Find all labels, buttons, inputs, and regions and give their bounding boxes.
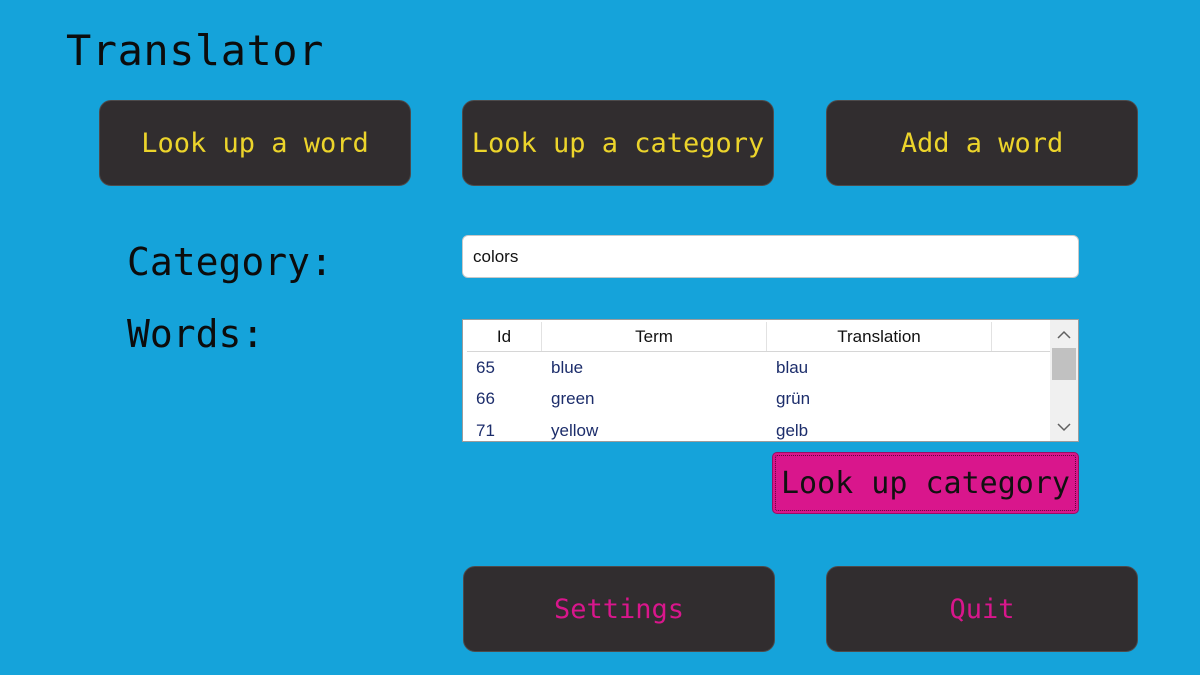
- cell-translation: gelb: [776, 420, 809, 440]
- lookup-category-button[interactable]: Look up category: [772, 452, 1079, 514]
- table-header: Id Term Translation: [467, 322, 1050, 352]
- table-body: 65 blue blau 66 green grün 71 yellow gel…: [467, 352, 1050, 441]
- words-table[interactable]: Id Term Translation 65 blue blau 66 gree…: [462, 319, 1079, 442]
- cell-id: 71: [476, 420, 495, 440]
- table-row[interactable]: 65 blue blau: [467, 352, 1050, 384]
- cell-id: 66: [476, 389, 495, 409]
- cell-translation: blau: [776, 357, 809, 377]
- settings-button[interactable]: Settings: [463, 566, 775, 652]
- category-input[interactable]: [462, 235, 1079, 278]
- cell-term: green: [551, 389, 595, 409]
- add-word-button[interactable]: Add a word: [826, 100, 1138, 186]
- table-row[interactable]: 66 green grün: [467, 384, 1050, 416]
- cell-term: yellow: [551, 420, 599, 440]
- scroll-up-button[interactable]: [1050, 320, 1078, 348]
- quit-button[interactable]: Quit: [826, 566, 1138, 652]
- chevron-up-icon: [1057, 330, 1071, 339]
- cell-translation: grün: [776, 389, 811, 409]
- table-scrollbar[interactable]: [1050, 320, 1078, 441]
- table-row[interactable]: 71 yellow gelb: [467, 415, 1050, 441]
- lookup-word-button[interactable]: Look up a word: [99, 100, 411, 186]
- words-label: Words:: [127, 312, 265, 356]
- column-header-id[interactable]: Id: [467, 322, 542, 351]
- column-header-term[interactable]: Term: [542, 322, 767, 351]
- cell-term: blue: [551, 357, 584, 377]
- lookup-category-nav-button[interactable]: Look up a category: [462, 100, 774, 186]
- category-label: Category:: [127, 240, 333, 284]
- app-title: Translator: [66, 26, 324, 75]
- column-header-translation[interactable]: Translation: [767, 322, 992, 351]
- scroll-down-button[interactable]: [1050, 413, 1078, 441]
- chevron-down-icon: [1057, 422, 1071, 431]
- cell-id: 65: [476, 357, 495, 377]
- column-header-filler: [992, 322, 1050, 351]
- scroll-thumb[interactable]: [1052, 348, 1076, 380]
